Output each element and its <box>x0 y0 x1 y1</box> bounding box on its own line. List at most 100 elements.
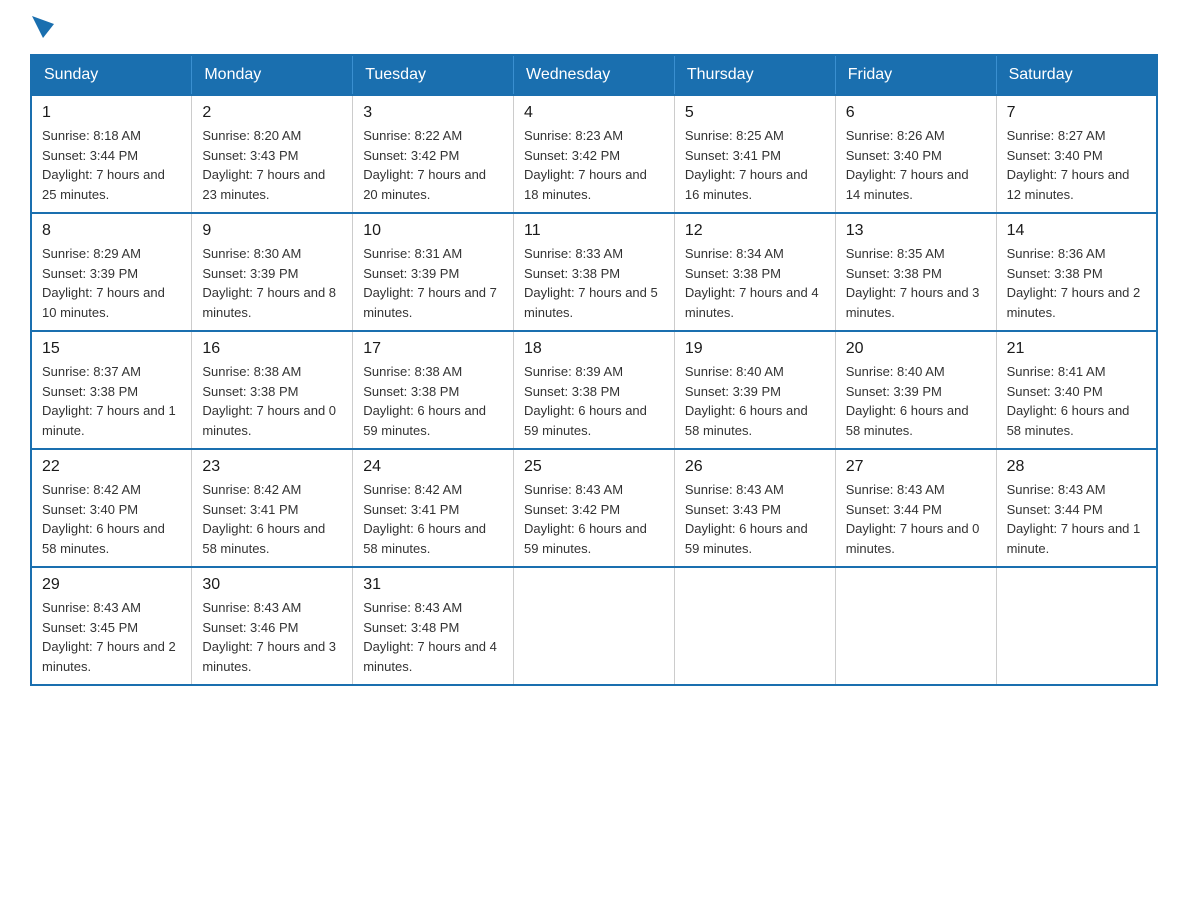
calendar-cell: 15 Sunrise: 8:37 AM Sunset: 3:38 PM Dayl… <box>31 331 192 449</box>
day-info: Sunrise: 8:35 AM Sunset: 3:38 PM Dayligh… <box>846 244 986 322</box>
calendar-cell: 25 Sunrise: 8:43 AM Sunset: 3:42 PM Dayl… <box>514 449 675 567</box>
header-sunday: Sunday <box>31 55 192 95</box>
day-info: Sunrise: 8:20 AM Sunset: 3:43 PM Dayligh… <box>202 126 342 204</box>
day-info: Sunrise: 8:43 AM Sunset: 3:48 PM Dayligh… <box>363 598 503 676</box>
day-info: Sunrise: 8:22 AM Sunset: 3:42 PM Dayligh… <box>363 126 503 204</box>
day-info: Sunrise: 8:40 AM Sunset: 3:39 PM Dayligh… <box>846 362 986 440</box>
day-info: Sunrise: 8:38 AM Sunset: 3:38 PM Dayligh… <box>202 362 342 440</box>
day-number: 28 <box>1007 458 1146 476</box>
calendar-cell: 18 Sunrise: 8:39 AM Sunset: 3:38 PM Dayl… <box>514 331 675 449</box>
header-wednesday: Wednesday <box>514 55 675 95</box>
day-number: 27 <box>846 458 986 476</box>
calendar-cell <box>514 567 675 685</box>
week-row-1: 1 Sunrise: 8:18 AM Sunset: 3:44 PM Dayli… <box>31 95 1157 213</box>
day-number: 25 <box>524 458 664 476</box>
day-number: 21 <box>1007 340 1146 358</box>
calendar-cell: 16 Sunrise: 8:38 AM Sunset: 3:38 PM Dayl… <box>192 331 353 449</box>
day-info: Sunrise: 8:34 AM Sunset: 3:38 PM Dayligh… <box>685 244 825 322</box>
calendar-cell: 28 Sunrise: 8:43 AM Sunset: 3:44 PM Dayl… <box>996 449 1157 567</box>
day-number: 26 <box>685 458 825 476</box>
calendar-cell: 13 Sunrise: 8:35 AM Sunset: 3:38 PM Dayl… <box>835 213 996 331</box>
calendar-cell: 14 Sunrise: 8:36 AM Sunset: 3:38 PM Dayl… <box>996 213 1157 331</box>
day-number: 5 <box>685 104 825 122</box>
day-number: 11 <box>524 222 664 240</box>
calendar-cell: 4 Sunrise: 8:23 AM Sunset: 3:42 PM Dayli… <box>514 95 675 213</box>
week-row-3: 15 Sunrise: 8:37 AM Sunset: 3:38 PM Dayl… <box>31 331 1157 449</box>
day-info: Sunrise: 8:43 AM Sunset: 3:45 PM Dayligh… <box>42 598 181 676</box>
day-number: 23 <box>202 458 342 476</box>
day-info: Sunrise: 8:40 AM Sunset: 3:39 PM Dayligh… <box>685 362 825 440</box>
calendar-cell: 7 Sunrise: 8:27 AM Sunset: 3:40 PM Dayli… <box>996 95 1157 213</box>
day-number: 6 <box>846 104 986 122</box>
day-number: 4 <box>524 104 664 122</box>
logo-triangle-icon <box>32 16 54 38</box>
calendar-cell: 6 Sunrise: 8:26 AM Sunset: 3:40 PM Dayli… <box>835 95 996 213</box>
calendar-cell: 5 Sunrise: 8:25 AM Sunset: 3:41 PM Dayli… <box>674 95 835 213</box>
day-number: 14 <box>1007 222 1146 240</box>
day-number: 20 <box>846 340 986 358</box>
day-number: 2 <box>202 104 342 122</box>
calendar-cell: 30 Sunrise: 8:43 AM Sunset: 3:46 PM Dayl… <box>192 567 353 685</box>
week-row-2: 8 Sunrise: 8:29 AM Sunset: 3:39 PM Dayli… <box>31 213 1157 331</box>
day-number: 15 <box>42 340 181 358</box>
day-info: Sunrise: 8:41 AM Sunset: 3:40 PM Dayligh… <box>1007 362 1146 440</box>
calendar-cell <box>996 567 1157 685</box>
logo <box>30 20 54 34</box>
day-number: 17 <box>363 340 503 358</box>
day-number: 29 <box>42 576 181 594</box>
day-info: Sunrise: 8:27 AM Sunset: 3:40 PM Dayligh… <box>1007 126 1146 204</box>
day-info: Sunrise: 8:39 AM Sunset: 3:38 PM Dayligh… <box>524 362 664 440</box>
day-number: 22 <box>42 458 181 476</box>
calendar-cell: 2 Sunrise: 8:20 AM Sunset: 3:43 PM Dayli… <box>192 95 353 213</box>
day-number: 13 <box>846 222 986 240</box>
day-number: 10 <box>363 222 503 240</box>
day-number: 1 <box>42 104 181 122</box>
calendar-cell: 1 Sunrise: 8:18 AM Sunset: 3:44 PM Dayli… <box>31 95 192 213</box>
calendar-cell: 31 Sunrise: 8:43 AM Sunset: 3:48 PM Dayl… <box>353 567 514 685</box>
day-number: 12 <box>685 222 825 240</box>
day-info: Sunrise: 8:37 AM Sunset: 3:38 PM Dayligh… <box>42 362 181 440</box>
day-info: Sunrise: 8:31 AM Sunset: 3:39 PM Dayligh… <box>363 244 503 322</box>
day-number: 19 <box>685 340 825 358</box>
day-info: Sunrise: 8:42 AM Sunset: 3:41 PM Dayligh… <box>202 480 342 558</box>
calendar-cell: 20 Sunrise: 8:40 AM Sunset: 3:39 PM Dayl… <box>835 331 996 449</box>
day-number: 8 <box>42 222 181 240</box>
day-number: 9 <box>202 222 342 240</box>
day-info: Sunrise: 8:30 AM Sunset: 3:39 PM Dayligh… <box>202 244 342 322</box>
day-info: Sunrise: 8:25 AM Sunset: 3:41 PM Dayligh… <box>685 126 825 204</box>
calendar-cell: 21 Sunrise: 8:41 AM Sunset: 3:40 PM Dayl… <box>996 331 1157 449</box>
calendar-cell <box>674 567 835 685</box>
day-info: Sunrise: 8:38 AM Sunset: 3:38 PM Dayligh… <box>363 362 503 440</box>
day-info: Sunrise: 8:26 AM Sunset: 3:40 PM Dayligh… <box>846 126 986 204</box>
calendar-cell: 17 Sunrise: 8:38 AM Sunset: 3:38 PM Dayl… <box>353 331 514 449</box>
calendar-table: SundayMondayTuesdayWednesdayThursdayFrid… <box>30 54 1158 686</box>
day-number: 3 <box>363 104 503 122</box>
day-info: Sunrise: 8:33 AM Sunset: 3:38 PM Dayligh… <box>524 244 664 322</box>
day-info: Sunrise: 8:18 AM Sunset: 3:44 PM Dayligh… <box>42 126 181 204</box>
day-number: 7 <box>1007 104 1146 122</box>
day-info: Sunrise: 8:29 AM Sunset: 3:39 PM Dayligh… <box>42 244 181 322</box>
day-info: Sunrise: 8:43 AM Sunset: 3:46 PM Dayligh… <box>202 598 342 676</box>
calendar-cell: 26 Sunrise: 8:43 AM Sunset: 3:43 PM Dayl… <box>674 449 835 567</box>
calendar-header-row: SundayMondayTuesdayWednesdayThursdayFrid… <box>31 55 1157 95</box>
day-number: 31 <box>363 576 503 594</box>
header-tuesday: Tuesday <box>353 55 514 95</box>
day-info: Sunrise: 8:42 AM Sunset: 3:40 PM Dayligh… <box>42 480 181 558</box>
week-row-4: 22 Sunrise: 8:42 AM Sunset: 3:40 PM Dayl… <box>31 449 1157 567</box>
calendar-cell: 19 Sunrise: 8:40 AM Sunset: 3:39 PM Dayl… <box>674 331 835 449</box>
calendar-cell: 29 Sunrise: 8:43 AM Sunset: 3:45 PM Dayl… <box>31 567 192 685</box>
calendar-cell: 8 Sunrise: 8:29 AM Sunset: 3:39 PM Dayli… <box>31 213 192 331</box>
day-number: 24 <box>363 458 503 476</box>
calendar-cell: 24 Sunrise: 8:42 AM Sunset: 3:41 PM Dayl… <box>353 449 514 567</box>
day-number: 30 <box>202 576 342 594</box>
day-info: Sunrise: 8:43 AM Sunset: 3:42 PM Dayligh… <box>524 480 664 558</box>
day-info: Sunrise: 8:43 AM Sunset: 3:44 PM Dayligh… <box>1007 480 1146 558</box>
header-thursday: Thursday <box>674 55 835 95</box>
day-info: Sunrise: 8:42 AM Sunset: 3:41 PM Dayligh… <box>363 480 503 558</box>
calendar-cell <box>835 567 996 685</box>
calendar-cell: 3 Sunrise: 8:22 AM Sunset: 3:42 PM Dayli… <box>353 95 514 213</box>
page-header <box>30 20 1158 34</box>
day-number: 16 <box>202 340 342 358</box>
day-number: 18 <box>524 340 664 358</box>
week-row-5: 29 Sunrise: 8:43 AM Sunset: 3:45 PM Dayl… <box>31 567 1157 685</box>
